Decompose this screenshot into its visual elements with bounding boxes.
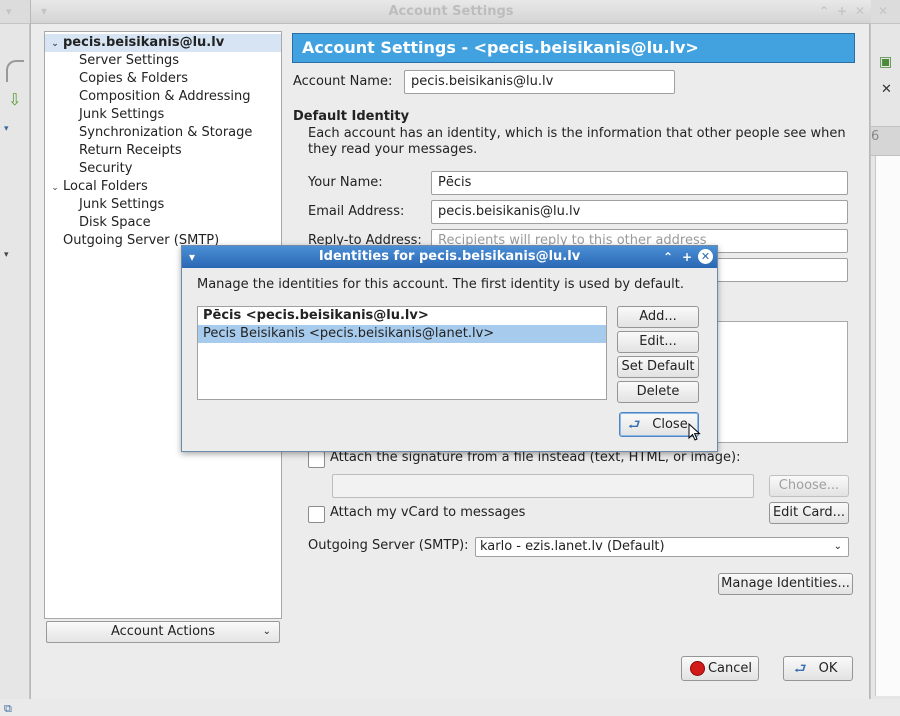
account-actions-label: Account Actions: [110, 624, 216, 639]
window-menu-icon[interactable]: ▾: [37, 4, 51, 18]
default-identity-title: Default Identity: [293, 109, 410, 124]
tree-item[interactable]: Composition & Addressing: [45, 88, 250, 106]
tree-item[interactable]: Synchronization & Storage: [45, 124, 252, 142]
identity-item[interactable]: Pēcis <pecis.beisikanis@lu.lv>: [198, 307, 606, 325]
ok-button[interactable]: ⮐ OK: [783, 656, 853, 681]
tree-item-label: Copies & Folders: [79, 71, 189, 86]
account-name-label: Account Name:: [293, 74, 393, 89]
maximize-icon[interactable]: +: [835, 4, 849, 18]
tree-item-label: Synchronization & Storage: [79, 125, 253, 140]
minimize-icon[interactable]: ⌃: [663, 249, 673, 265]
status-icon: ⧉: [4, 702, 12, 715]
window-title: Account Settings: [388, 4, 514, 19]
tree-item[interactable]: Copies & Folders: [45, 70, 188, 88]
menu-arrow-icon: ▾: [6, 5, 12, 18]
tree-item-label: Return Receipts: [79, 143, 182, 158]
background-left-strip: ⇩ ▾ ▾ ⧉: [0, 24, 30, 715]
tree-item-label: Security: [79, 161, 133, 176]
attach-vcard-label: Attach my vCard to messages: [330, 505, 526, 520]
tree-item[interactable]: Server Settings: [45, 52, 179, 70]
tree-item[interactable]: Security: [45, 160, 132, 178]
edit-identity-button[interactable]: Edit...: [617, 331, 699, 353]
cancel-icon: [690, 661, 705, 676]
background-right-strip: ▣ ✕ 6: [870, 24, 900, 699]
default-identity-description: Each account has an identity, which is t…: [308, 126, 846, 157]
expand-arrow-icon[interactable]: ⌄: [49, 35, 61, 53]
tree-item[interactable]: Junk Settings: [45, 106, 164, 124]
background-glyph: 6: [871, 129, 880, 144]
panel-header: Account Settings - <pecis.beisikanis@lu.…: [292, 33, 855, 63]
identities-dialog: ▾ Identities for pecis.beisikanis@lu.lv …: [181, 245, 718, 452]
tree-item-label: Disk Space: [79, 215, 151, 230]
email-field[interactable]: pecis.beisikanis@lu.lv: [431, 200, 848, 224]
tab-curve-icon: [6, 60, 24, 82]
chevron-down-icon: ⌄: [262, 626, 271, 637]
attach-signature-label: Attach the signature from a file instead…: [330, 450, 741, 465]
dialog-title: Identities for pecis.beisikanis@lu.lv: [318, 249, 581, 264]
tree-item-label: Junk Settings: [79, 197, 165, 212]
mouse-cursor-icon: [688, 423, 701, 441]
tree-item-label: Junk Settings: [79, 107, 165, 122]
background-pane: [875, 156, 900, 696]
outgoing-server-label: Outgoing Server (SMTP):: [308, 538, 469, 553]
minimize-icon[interactable]: ⌃: [817, 4, 831, 18]
tree-item[interactable]: ⌄ Local Folders: [45, 178, 148, 196]
tree-item[interactable]: Disk Space: [45, 214, 151, 232]
download-icon: ⇩: [8, 90, 22, 109]
identity-item[interactable]: Pecis Beisikanis <pecis.beisikanis@lanet…: [198, 325, 606, 343]
close-icon[interactable]: ✕: [881, 82, 892, 97]
tree-item-label: Composition & Addressing: [79, 89, 251, 104]
tree-item-label: Local Folders: [63, 179, 148, 194]
account-actions-button[interactable]: Account Actions ⌄: [46, 621, 280, 643]
dialog-menu-icon[interactable]: ▾: [189, 249, 195, 265]
outgoing-server-value: karlo - ezis.lanet.lv (Default): [480, 539, 665, 554]
expand-arrow-icon[interactable]: ⌄: [49, 179, 61, 197]
dialog-titlebar: ▾ Identities for pecis.beisikanis@lu.lv …: [182, 246, 717, 268]
email-label: Email Address:: [308, 204, 405, 219]
your-name-field[interactable]: Pēcis: [431, 171, 848, 195]
delete-identity-button[interactable]: Delete: [617, 381, 699, 403]
close-button-icon: ⮐: [628, 417, 641, 433]
manage-identities-button[interactable]: Manage Identities...: [718, 573, 853, 595]
tree-item[interactable]: Return Receipts: [45, 142, 182, 160]
account-name-field[interactable]: pecis.beisikanis@lu.lv: [404, 70, 675, 94]
ok-icon: ⮐: [794, 661, 807, 677]
outgoing-server-select[interactable]: karlo - ezis.lanet.lv (Default) ⌄: [475, 537, 849, 557]
calendar-icon: ▣: [879, 54, 893, 70]
close-icon: ✕: [878, 4, 889, 18]
tree-item-label: Server Settings: [79, 53, 180, 68]
set-default-button[interactable]: Set Default: [617, 356, 699, 378]
tree-item-label: pecis.beisikanis@lu.lv: [63, 35, 225, 50]
window-titlebar: ▾ Account Settings ⌃ + ✕: [31, 0, 871, 24]
close-button[interactable]: ⮐ Close: [619, 412, 699, 437]
signature-file-field[interactable]: [332, 474, 754, 498]
dialog-description: Manage the identities for this account. …: [197, 277, 685, 292]
expand-arrow-icon: ▾: [4, 124, 9, 134]
close-icon[interactable]: ✕: [698, 249, 713, 264]
expand-arrow-icon: ▾: [4, 250, 9, 260]
choose-button[interactable]: Choose...: [769, 475, 849, 497]
identities-list[interactable]: Pēcis <pecis.beisikanis@lu.lv> Pecis Bei…: [197, 306, 607, 400]
attach-vcard-checkbox[interactable]: [308, 506, 325, 523]
edit-card-button[interactable]: Edit Card...: [769, 502, 849, 524]
attach-signature-checkbox[interactable]: [308, 451, 325, 468]
your-name-label: Your Name:: [308, 175, 383, 190]
chevron-down-icon: ⌄: [833, 541, 842, 552]
cancel-button[interactable]: Cancel: [681, 656, 759, 681]
maximize-icon[interactable]: +: [682, 249, 692, 265]
close-icon[interactable]: ✕: [853, 4, 867, 18]
add-identity-button[interactable]: Add...: [617, 306, 699, 328]
tree-item[interactable]: Junk Settings: [45, 196, 164, 214]
tree-item[interactable]: ⌄ pecis.beisikanis@lu.lv: [45, 34, 281, 52]
